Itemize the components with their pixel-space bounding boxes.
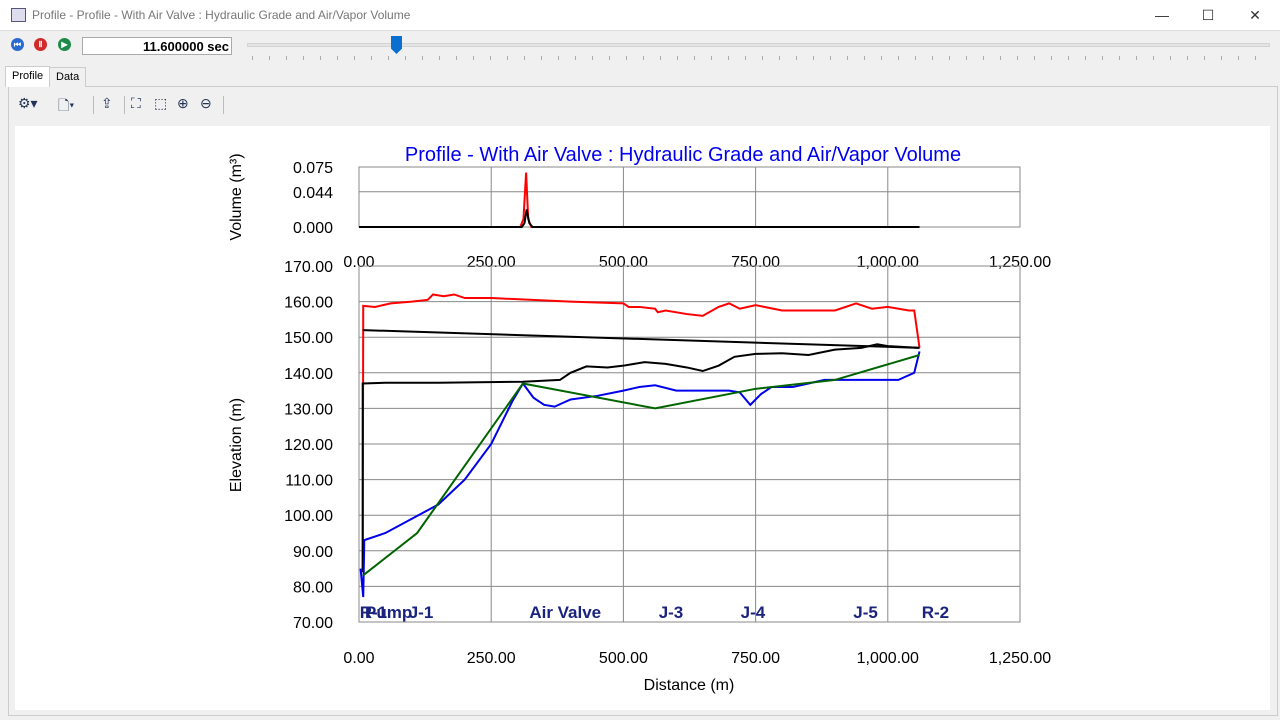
x-tick-label: 500.00	[599, 650, 648, 667]
series-min-hgl	[359, 351, 921, 598]
series-pipe-elevation	[362, 354, 920, 577]
series-current-hgl	[361, 343, 920, 573]
y-tick-label: 100.00	[284, 508, 333, 525]
node-label: J-4	[741, 603, 766, 622]
y-tick-label: 160.00	[284, 295, 333, 312]
y-tick-label: 90.00	[293, 544, 333, 561]
series-max-hgl	[361, 293, 921, 573]
series-air-volume-current	[359, 209, 920, 228]
y-tick-label: 0.000	[293, 220, 333, 237]
y-tick-label: 150.00	[284, 330, 333, 347]
y-tick-label: 0.044	[293, 185, 333, 202]
plot-frame	[358, 166, 1021, 228]
series-air-volume-max	[359, 172, 920, 228]
y-tick-label: 170.00	[284, 259, 333, 276]
distance-axis-label: Distance (m)	[644, 677, 735, 694]
node-label: Pump	[365, 603, 412, 622]
x-tick-label: 750.00	[731, 650, 780, 667]
y-tick-label: 120.00	[284, 437, 333, 454]
y-tick-label: 80.00	[293, 579, 333, 596]
node-label: J-5	[853, 603, 878, 622]
series-initial-hgl	[362, 329, 920, 349]
node-label: Air Valve	[529, 603, 601, 622]
y-tick-label: 130.00	[284, 401, 333, 418]
node-label: R-2	[922, 603, 949, 622]
node-label: J-1	[409, 603, 434, 622]
elevation-axis-label: Elevation (m)	[228, 398, 245, 492]
y-tick-label: 140.00	[284, 366, 333, 383]
y-tick-label: 0.075	[293, 160, 333, 177]
node-label: J-3	[659, 603, 684, 622]
profile-chart: Profile - With Air Valve : Hydraulic Gra…	[228, 144, 1051, 694]
x-tick-label: 0.00	[343, 650, 374, 667]
x-tick-label: 250.00	[467, 650, 516, 667]
volume-axis-label: Volume (m³)	[228, 153, 245, 240]
chart-title: Profile - With Air Valve : Hydraulic Gra…	[405, 144, 961, 166]
y-tick-label: 70.00	[293, 615, 333, 632]
x-tick-label: 1,250.00	[989, 650, 1051, 667]
x-tick-label: 1,000.00	[857, 650, 919, 667]
y-tick-label: 110.00	[285, 473, 333, 490]
